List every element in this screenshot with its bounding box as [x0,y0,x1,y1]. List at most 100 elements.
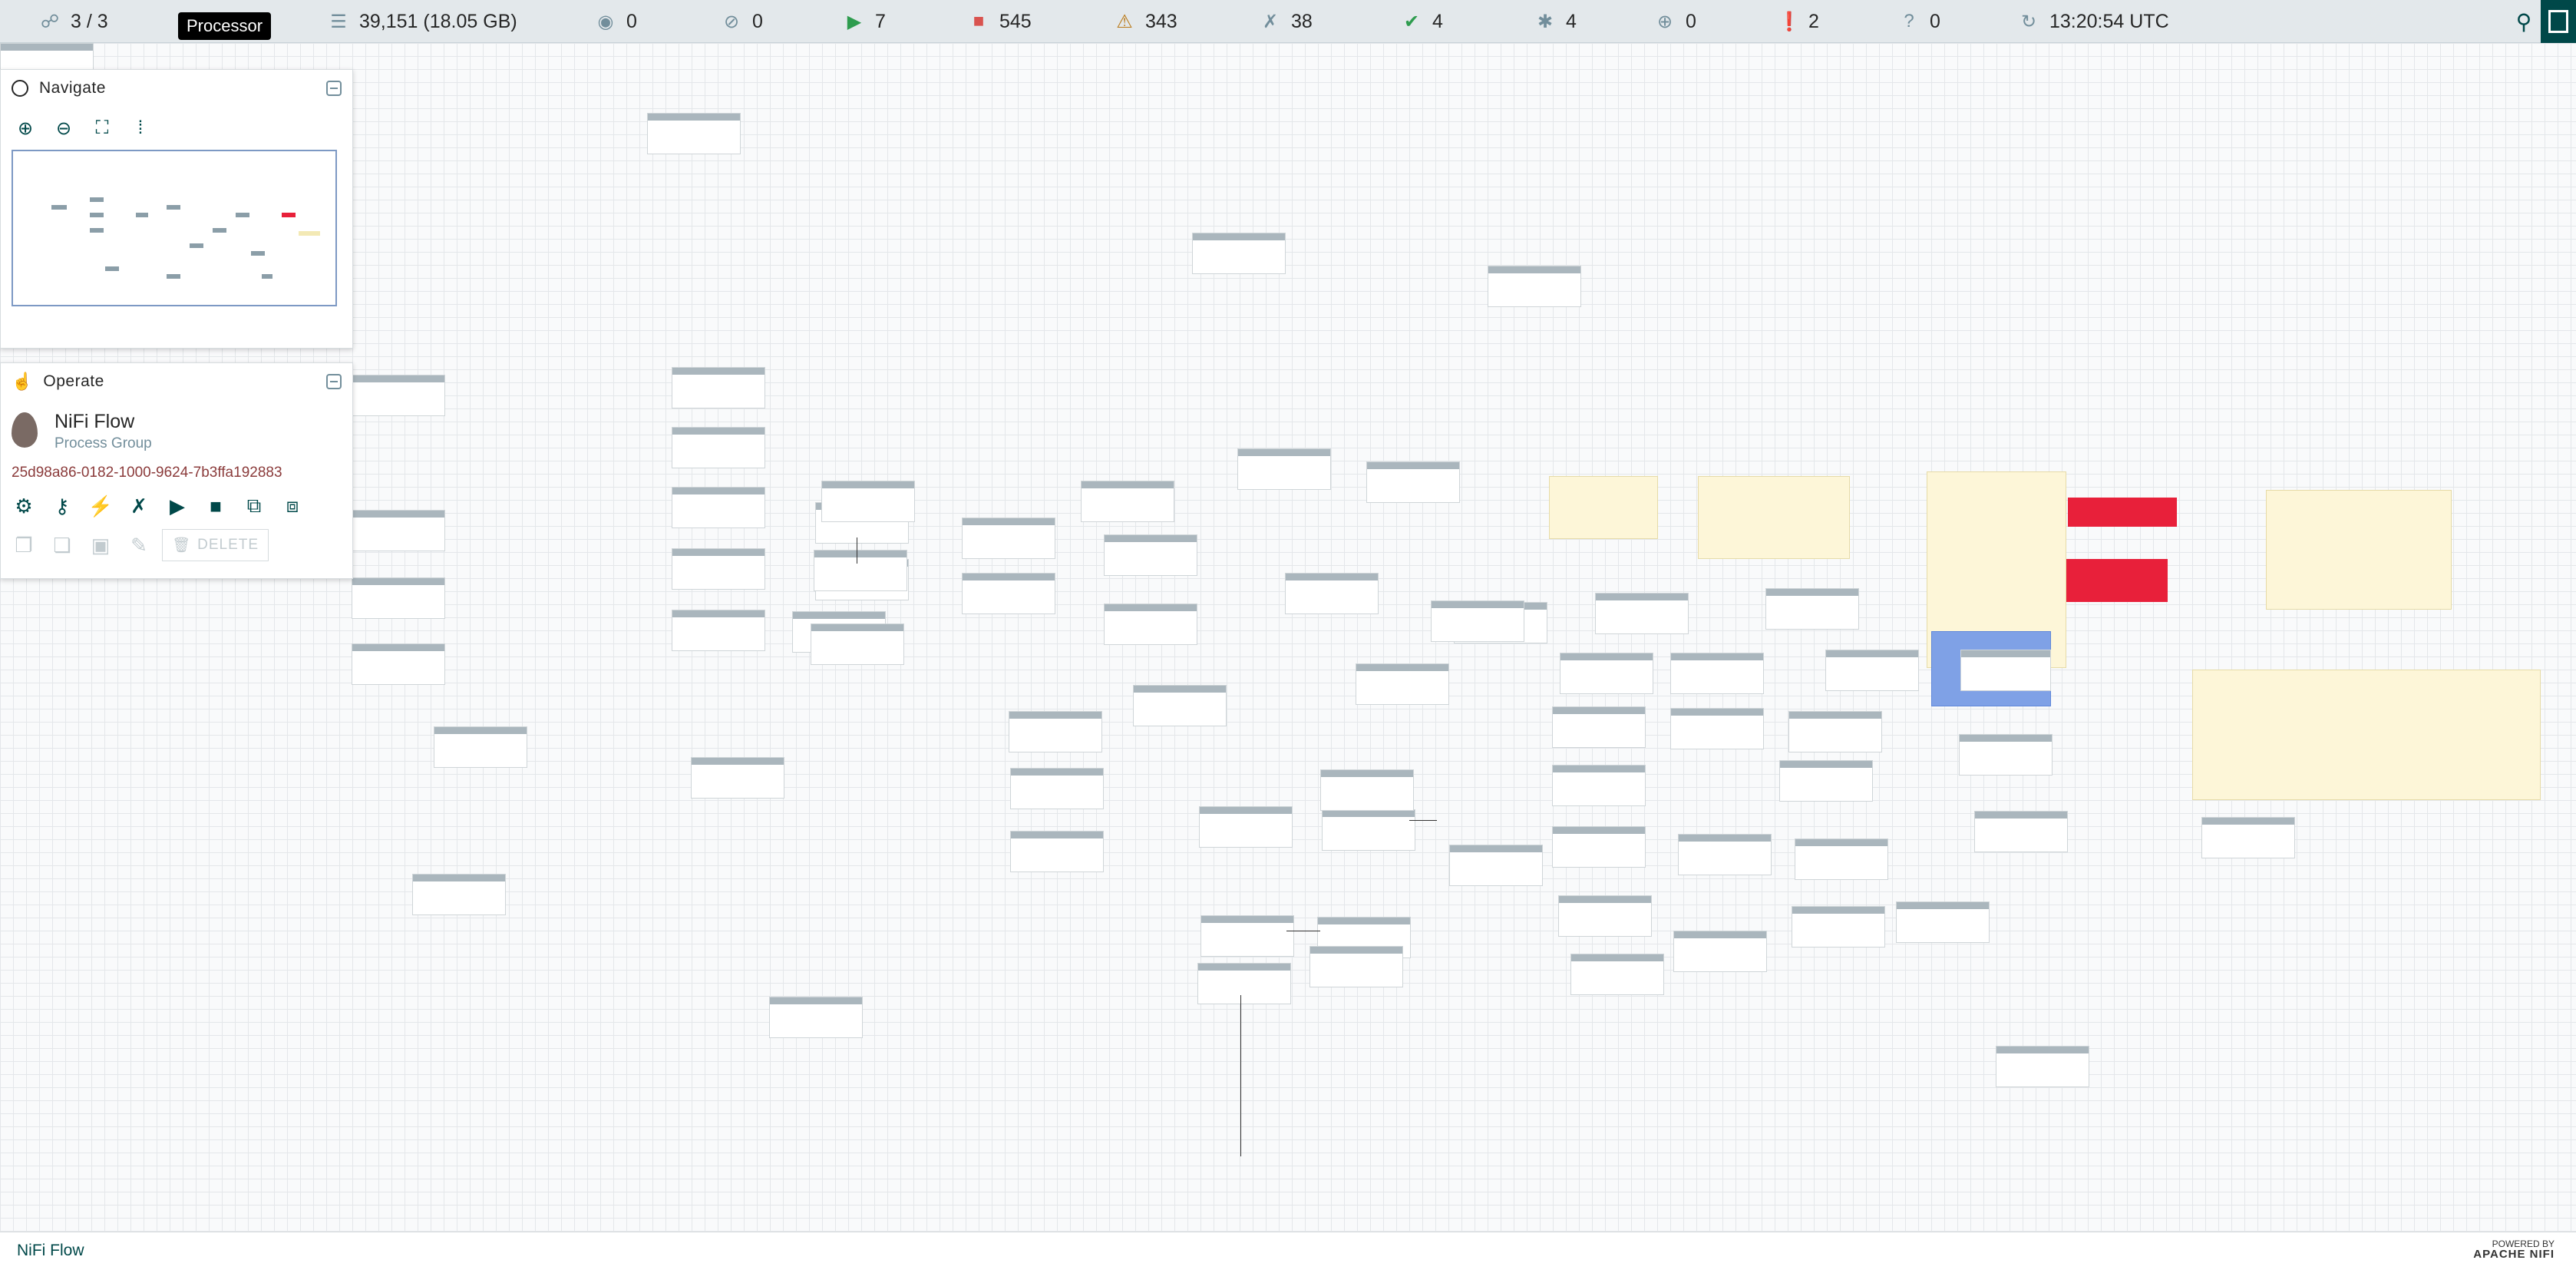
processor[interactable] [1792,906,1885,948]
birdseye-view[interactable] [12,150,337,306]
processor[interactable] [1356,663,1449,705]
processor[interactable] [1570,954,1664,995]
processor[interactable] [1795,838,1888,880]
processor[interactable] [1595,593,1689,634]
processor[interactable] [352,375,445,416]
processor[interactable] [1320,769,1414,811]
access-policies-key-icon[interactable]: ⚷ [47,491,78,521]
processor[interactable] [352,643,445,685]
copy-icon[interactable]: ❐ [8,530,39,561]
collapse-operate-button[interactable] [326,374,342,389]
breadcrumb[interactable]: NiFi Flow [17,1242,84,1260]
flow-canvas[interactable] [0,43,2576,1232]
processor[interactable] [1309,946,1403,987]
disable-icon[interactable]: ✗ [124,491,154,521]
processor[interactable] [672,610,765,651]
processor[interactable] [962,518,1055,559]
collapse-navigate-button[interactable] [326,81,342,96]
processor[interactable] [1960,650,2051,691]
processor[interactable] [1133,685,1227,726]
processor[interactable] [1197,963,1291,1004]
upload-template-icon[interactable]: ⧈ [277,491,308,521]
processor[interactable] [672,367,765,408]
processor[interactable] [1431,600,1524,642]
note-label-red[interactable] [2066,559,2168,602]
processor[interactable] [821,481,915,522]
last-refreshed[interactable]: ↻ 13:20:54 UTC [2019,0,2169,43]
processor[interactable] [1010,831,1104,872]
zoom-in-icon[interactable]: ⊕ [12,114,39,142]
configure-gear-icon[interactable]: ⚙ [8,491,39,521]
refresh-icon[interactable]: ↻ [2019,11,2039,33]
processor[interactable] [1788,711,1882,752]
search-button[interactable]: ⚲ [2507,0,2541,43]
stop-icon[interactable]: ■ [200,491,231,521]
enable-lightning-icon[interactable]: ⚡ [85,491,116,521]
create-template-icon[interactable]: ⧉ [239,491,269,521]
processor[interactable] [1678,834,1772,875]
processor[interactable] [672,548,765,590]
processor[interactable] [1199,806,1293,848]
processor[interactable] [1560,653,1653,694]
processor[interactable] [1552,765,1646,806]
processor[interactable] [1366,461,1460,503]
processor[interactable] [1322,809,1415,851]
zoom-out-icon[interactable]: ⊖ [50,114,78,142]
note-label-red[interactable] [2068,498,2177,527]
processor[interactable] [1192,233,1286,274]
fit-to-screen-icon[interactable]: ⛶ [88,114,116,142]
processor[interactable] [1959,734,2053,776]
processor[interactable] [814,550,907,591]
processor[interactable] [1010,768,1104,809]
bulletin-board-button[interactable] [2541,0,2576,43]
processor[interactable] [811,623,904,665]
processor[interactable] [412,874,506,915]
processor[interactable] [691,757,784,799]
processor[interactable] [1670,653,1764,694]
processor[interactable] [1558,895,1652,937]
processor[interactable] [1552,826,1646,868]
processor[interactable] [1552,706,1646,748]
processor[interactable] [1670,708,1764,749]
processor[interactable] [769,997,863,1038]
navigate-header[interactable]: Navigate [1,70,352,107]
processor[interactable] [1896,901,1990,943]
connection[interactable] [1409,820,1437,821]
search-icon[interactable]: ⚲ [2516,9,2532,35]
processor[interactable] [1449,845,1543,886]
processor[interactable] [1237,448,1331,490]
processor[interactable] [1779,760,1873,802]
processor[interactable] [1081,481,1174,522]
processor[interactable] [434,726,527,768]
processor[interactable] [672,427,765,468]
connection[interactable] [1240,995,1241,1156]
start-play-icon[interactable]: ▶ [162,491,193,521]
process-group-label[interactable] [2266,490,2452,610]
processor[interactable] [2201,817,2295,858]
process-group-label[interactable] [1698,476,1850,559]
processor[interactable] [1009,711,1102,752]
processor[interactable] [1104,604,1197,645]
processor[interactable] [1200,915,1294,957]
operate-header[interactable]: ☝ Operate [1,363,352,400]
processor[interactable] [672,487,765,528]
process-group-label[interactable] [1549,476,1658,539]
processor[interactable] [962,573,1055,614]
processor[interactable] [1488,266,1581,307]
delete-button[interactable]: 🗑 DELETE [162,529,269,561]
processor[interactable] [1285,573,1379,614]
processor[interactable] [1825,650,1919,691]
processor[interactable] [352,577,445,619]
process-group-label[interactable] [2192,670,2541,800]
processor[interactable] [647,113,741,154]
processor[interactable] [1974,811,2068,852]
paste-icon[interactable]: ❏ [47,530,78,561]
actual-size-icon[interactable]: ⁞ [127,114,154,142]
processor[interactable] [1104,534,1197,576]
processor[interactable] [352,510,445,551]
processor[interactable] [1996,1046,2089,1087]
color-brush-icon[interactable]: ✎ [124,530,154,561]
processor[interactable] [1673,931,1767,972]
processor[interactable] [1765,588,1859,630]
group-icon[interactable]: ▣ [85,530,116,561]
